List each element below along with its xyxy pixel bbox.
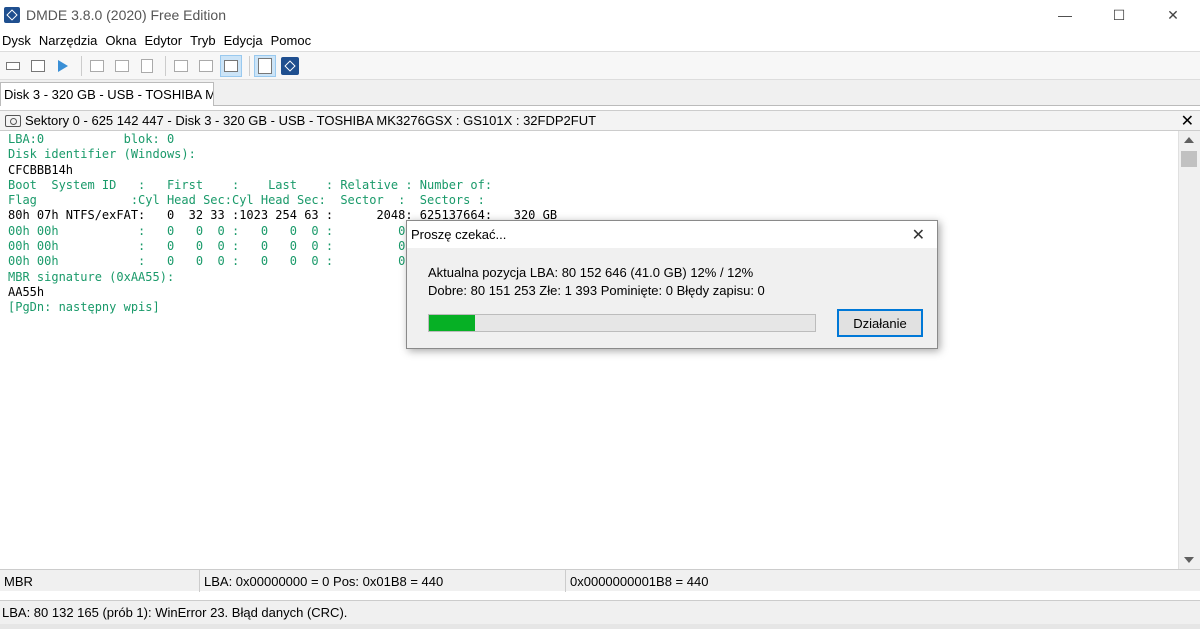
play-icon (58, 59, 68, 72)
scroll-thumb[interactable] (1181, 151, 1197, 167)
menu-edycja[interactable]: Edycja (222, 33, 269, 48)
dialog-close-button[interactable]: ✕ (912, 225, 925, 245)
title-bar: DMDE 3.8.0 (2020) Free Edition — ☐ ✕ (0, 0, 1200, 30)
maximize-button[interactable]: ☐ (1092, 0, 1146, 30)
toolbar-separator (81, 55, 82, 76)
document-tab-strip: Disk 3 - 320 GB - USB - TOSHIBA M... (0, 80, 1200, 106)
drive-button[interactable] (2, 55, 24, 77)
dialog-current-position: Aktualna pozycja LBA: 80 152 646 (41.0 G… (428, 265, 754, 280)
action-button[interactable]: Działanie (837, 309, 923, 337)
scroll-up-icon[interactable] (1184, 137, 1194, 143)
status-object: MBR (0, 570, 200, 592)
scroll-down-icon[interactable] (1184, 557, 1194, 563)
content-line: Flag :Cyl Head Sec:Cyl Head Sec: Sector … (8, 193, 485, 208)
toolbar-separator (165, 55, 166, 76)
table-icon (199, 59, 213, 72)
hex-view-button[interactable] (170, 55, 192, 77)
dmde-logo-button[interactable] (279, 55, 301, 77)
panel-close-button[interactable]: ✕ (1181, 111, 1194, 131)
document-button[interactable] (136, 55, 158, 77)
tree-button[interactable] (86, 55, 108, 77)
progress-fill (429, 315, 476, 331)
status-offset: 0x0000000001B8 = 440 (570, 574, 709, 589)
app-logo-icon (4, 7, 20, 23)
bottom-strip (0, 624, 1200, 629)
toolbar-separator (249, 55, 250, 76)
progress-dialog: Proszę czekać... ✕ Aktualna pozycja LBA:… (406, 220, 938, 349)
progress-bar (428, 314, 816, 332)
menu-pomoc[interactable]: Pomoc (269, 33, 317, 48)
dmde-logo-icon (281, 56, 299, 75)
dialog-title: Proszę czekać... (407, 221, 937, 248)
partitions-button[interactable] (27, 55, 49, 77)
menu-narzedzia[interactable]: Narzędzia (37, 33, 104, 48)
content-line: Boot System ID : First : Last : Relative… (8, 177, 493, 192)
vertical-scrollbar[interactable] (1178, 131, 1200, 569)
tree-icon (90, 59, 104, 72)
search-button[interactable] (111, 55, 133, 77)
menu-bar: Dysk Narzędzia Okna Edytor Tryb Edycja P… (0, 30, 1200, 50)
content-line: CFCBBB14h (8, 162, 74, 177)
hex-icon (174, 59, 188, 72)
message-bar: LBA: 80 132 165 (prób 1): WinError 23. B… (0, 600, 1200, 624)
split-icon (258, 57, 272, 74)
menu-dysk[interactable]: Dysk (0, 33, 37, 48)
template-icon (224, 59, 238, 72)
table-view-button[interactable] (195, 55, 217, 77)
split-view-button[interactable] (254, 54, 276, 77)
minimize-button[interactable]: — (1038, 0, 1092, 30)
close-button[interactable]: ✕ (1146, 0, 1200, 30)
menu-edytor[interactable]: Edytor (143, 33, 189, 48)
content-line: Disk identifier (Windows): (8, 147, 196, 162)
document-icon (141, 58, 153, 73)
tab-disk-3[interactable]: Disk 3 - 320 GB - USB - TOSHIBA M... (0, 82, 214, 106)
menu-okna[interactable]: Okna (103, 33, 142, 48)
status-position: LBA: 0x00000000 = 0 Pos: 0x01B8 = 440 (200, 570, 566, 592)
content-line: LBA:0 blok: 0 (8, 132, 175, 146)
drive-icon (6, 61, 20, 70)
open-volume-button[interactable] (52, 55, 74, 77)
panel-header: Sektory 0 - 625 142 447 - Disk 3 - 320 G… (0, 110, 1200, 131)
dialog-sector-counts: Dobre: 80 151 253 Złe: 1 393 Pominięte: … (428, 283, 765, 298)
camera-icon (5, 114, 21, 127)
toolbar (0, 51, 1200, 80)
list-icon (31, 59, 45, 72)
window-title: DMDE 3.8.0 (2020) Free Edition (26, 7, 226, 23)
menu-tryb[interactable]: Tryb (188, 33, 222, 48)
panel-title: Sektory 0 - 625 142 447 - Disk 3 - 320 G… (25, 113, 597, 128)
sector-view[interactable]: LBA:0 blok: 0 Disk identifier (Windows):… (0, 131, 1178, 569)
window-controls: — ☐ ✕ (1038, 0, 1200, 30)
search-icon (115, 59, 129, 72)
template-view-button[interactable] (220, 54, 242, 77)
status-bar: MBR LBA: 0x00000000 = 0 Pos: 0x01B8 = 44… (0, 569, 1200, 592)
